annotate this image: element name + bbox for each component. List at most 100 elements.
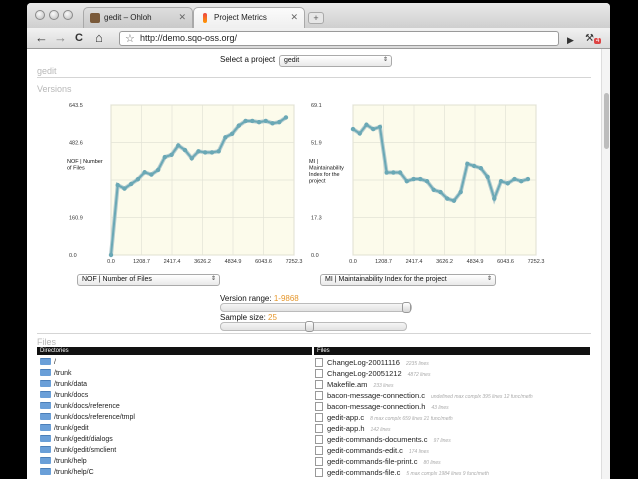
data-point[interactable] <box>189 156 194 161</box>
wrench-icon[interactable]: ⚒ <box>585 31 594 47</box>
file-row[interactable]: bacon-message-connection.h 43 lines <box>315 402 449 413</box>
version-range-slider[interactable] <box>220 302 412 313</box>
version-range-handle[interactable] <box>402 302 411 313</box>
data-point[interactable] <box>196 149 201 154</box>
data-point[interactable] <box>418 176 423 182</box>
directory-row[interactable]: /trunk/help <box>40 457 87 468</box>
file-row[interactable]: gedit-commands-edit.c 174 lines <box>315 446 429 457</box>
file-row[interactable]: gedit-commands-file.c 5 max complx 1984 l… <box>315 468 489 479</box>
reload-button[interactable]: C <box>75 30 83 46</box>
data-point[interactable] <box>277 119 282 125</box>
data-point[interactable] <box>498 178 504 184</box>
data-point[interactable] <box>384 170 389 175</box>
data-point[interactable] <box>122 186 127 191</box>
file-row[interactable]: gedit-app.h 142 lines <box>315 424 391 435</box>
directory-row[interactable]: /trunk/gedit/smclient <box>40 446 116 457</box>
directory-row[interactable]: /trunk/help/C <box>40 468 94 479</box>
bookmark-star-icon[interactable]: ☆ <box>125 32 135 45</box>
data-point[interactable] <box>431 187 436 193</box>
data-point[interactable] <box>397 170 403 175</box>
data-point[interactable] <box>236 123 242 128</box>
file-row[interactable]: Makefile.am 233 lines <box>315 380 393 391</box>
sample-size-handle[interactable] <box>305 321 314 332</box>
data-point[interactable] <box>176 143 181 148</box>
data-point[interactable] <box>250 118 255 124</box>
file-row[interactable]: ChangeLog-20051212 4872 lines <box>315 369 430 380</box>
data-point[interactable] <box>492 196 497 201</box>
data-point[interactable] <box>243 118 248 124</box>
close-tab-icon[interactable]: ✕ <box>178 12 186 23</box>
data-point[interactable] <box>108 252 114 258</box>
data-point[interactable] <box>370 126 376 132</box>
data-point[interactable] <box>357 131 362 136</box>
directory-row[interactable]: /trunk/docs/reference <box>40 402 120 413</box>
data-point[interactable] <box>223 135 228 140</box>
directory-row[interactable]: /trunk/data <box>40 380 87 391</box>
file-row[interactable]: gedit-commands-documents.c 97 lines <box>315 435 451 446</box>
data-point[interactable] <box>485 174 490 180</box>
data-point[interactable] <box>478 165 484 171</box>
data-point[interactable] <box>142 170 147 175</box>
data-point[interactable] <box>162 154 168 160</box>
page-scrollbar[interactable] <box>601 49 610 479</box>
file-row[interactable]: gedit-app.c 8 max complx 659 lines 21 fun… <box>315 413 453 424</box>
scrollbar-thumb[interactable] <box>604 93 609 149</box>
zoom-window-button[interactable] <box>63 10 73 20</box>
data-point[interactable] <box>169 152 174 157</box>
data-point[interactable] <box>525 176 531 182</box>
directory-row[interactable]: /trunk/docs <box>40 391 88 402</box>
data-point[interactable] <box>182 147 188 153</box>
data-point[interactable] <box>364 122 369 127</box>
data-point[interactable] <box>216 149 221 154</box>
directory-row[interactable]: / <box>40 358 56 369</box>
data-point[interactable] <box>209 150 215 155</box>
sample-size-slider[interactable] <box>220 321 407 332</box>
data-point[interactable] <box>424 178 430 184</box>
new-tab-button[interactable]: + <box>308 12 324 24</box>
data-point[interactable] <box>263 118 268 124</box>
back-button[interactable]: ← <box>35 30 48 46</box>
data-point[interactable] <box>377 124 383 130</box>
project-select[interactable]: gedit ⇕ <box>279 55 392 67</box>
data-point[interactable] <box>451 198 457 203</box>
minimize-window-button[interactable] <box>49 10 59 20</box>
data-point[interactable] <box>444 196 450 201</box>
data-point[interactable] <box>411 176 416 182</box>
data-point[interactable] <box>512 176 517 182</box>
forward-button[interactable]: → <box>54 30 67 46</box>
data-point[interactable] <box>438 189 443 195</box>
file-row[interactable]: ChangeLog-20011116 2235 lines <box>315 358 429 369</box>
data-point[interactable] <box>283 115 289 120</box>
data-point[interactable] <box>256 119 262 125</box>
data-point[interactable] <box>115 182 120 188</box>
file-row[interactable]: gedit-commands-file-print.c 80 lines <box>315 457 441 468</box>
directory-row[interactable]: /trunk/gedit/dialogs <box>40 435 113 446</box>
data-point[interactable] <box>128 181 134 187</box>
data-point[interactable] <box>505 181 510 186</box>
data-point[interactable] <box>465 161 470 167</box>
data-point[interactable] <box>471 163 477 169</box>
data-point[interactable] <box>270 121 275 126</box>
data-point[interactable] <box>202 150 208 155</box>
close-tab-icon[interactable]: ✕ <box>290 12 298 23</box>
directory-row[interactable]: /trunk/gedit <box>40 424 89 435</box>
data-point[interactable] <box>519 178 524 184</box>
address-bar[interactable]: ☆ http://demo.sqo-oss.org/ <box>119 31 559 46</box>
data-point[interactable] <box>404 178 410 184</box>
data-point[interactable] <box>391 170 396 175</box>
directory-row[interactable]: /trunk <box>40 369 72 380</box>
tab-gedit-ohloh[interactable]: gedit – Ohloh ✕ <box>83 7 193 28</box>
tab-project-metrics[interactable]: Project Metrics ✕ <box>193 7 305 28</box>
home-button[interactable]: ⌂ <box>95 30 103 46</box>
close-window-button[interactable] <box>35 10 45 20</box>
page-menu-button[interactable]: ▶ <box>567 32 574 48</box>
data-point[interactable] <box>135 177 141 182</box>
directory-row[interactable]: /trunk/docs/reference/tmpl <box>40 413 135 424</box>
data-point[interactable] <box>458 189 463 195</box>
data-point[interactable] <box>149 172 154 177</box>
chart2-metric-select[interactable]: MI | Maintainability Index for the proje… <box>320 274 496 286</box>
data-point[interactable] <box>350 126 356 132</box>
data-point[interactable] <box>155 167 161 173</box>
file-row[interactable]: bacon-message-connection.c undefined max … <box>315 391 533 402</box>
chart1-metric-select[interactable]: NOF | Number of Files ⇕ <box>77 274 220 286</box>
